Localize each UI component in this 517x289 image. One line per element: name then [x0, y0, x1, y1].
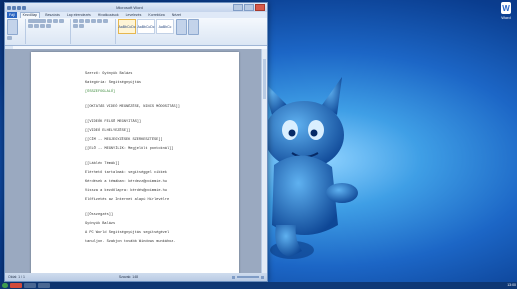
clock: 13:00 [507, 283, 516, 287]
word-logo-icon[interactable] [7, 5, 11, 10]
document-line: Elérhető tartalmak: segítséggel cikkek [85, 171, 167, 175]
document-line: [[OKTATÁS VIDEÓ MEGNÉZÉSE, NINCS MÓDOSÍT… [85, 105, 180, 109]
styles-gallery: AaBbCcDc AaBbCcDc AaBbCc [118, 19, 174, 44]
document-line: [ÖSSZEFOGLALÓ] [85, 90, 116, 94]
redo-icon[interactable] [22, 5, 26, 10]
document-page[interactable]: Szerző: Gyönyük Balázs Kategória: Segítsé… [31, 52, 239, 273]
align-left-icon[interactable] [103, 19, 108, 23]
style-no-spacing[interactable]: AaBbCcDc [137, 19, 155, 34]
document-line: [[VIDEÓ ELHELYEZÉSE]] [85, 129, 131, 133]
ribbon: AaBbCcDc AaBbCcDc AaBbCc [5, 18, 267, 46]
document-area: Szerző: Gyönyük Balázs Kategória: Segítsé… [5, 49, 267, 273]
undo-icon[interactable] [17, 5, 21, 10]
numbering-icon[interactable] [79, 19, 84, 23]
tab-file[interactable]: Fájl [7, 12, 17, 18]
tab-references[interactable]: Hivatkozások [96, 12, 121, 18]
editing-group [176, 19, 204, 44]
desktop-word-shortcut[interactable]: W Word [498, 2, 514, 30]
document-line: Kategória: Segítségnyújtás [85, 81, 142, 85]
italic-icon[interactable] [28, 24, 33, 28]
document-line: Előfizetés az Internet alapú Hírlevélre [85, 198, 170, 202]
cut-icon[interactable] [7, 36, 12, 40]
page-count[interactable]: Oldal: 1 / 1 [8, 275, 25, 279]
taskbar: 13:00 [0, 282, 517, 289]
save-icon[interactable] [12, 5, 16, 10]
justify-icon[interactable] [79, 24, 84, 28]
align-center-icon[interactable] [73, 24, 78, 28]
close-button[interactable] [254, 4, 265, 11]
word-count[interactable]: Szavak: 148 [119, 275, 138, 279]
font-color-icon[interactable] [46, 24, 51, 28]
zoom-out-icon[interactable] [231, 275, 235, 279]
tab-insert[interactable]: Beszúrás [43, 12, 62, 18]
tab-page-layout[interactable]: Lap elrendezés [65, 12, 93, 18]
grow-font-icon[interactable] [53, 19, 58, 23]
document-line: Kérdések a témában: kérdezz@poimmie.hu [85, 180, 167, 184]
document-line: [[ELŐ -- MEGNYÍLIK: Megjelölt pontoknál]… [85, 147, 174, 151]
document-line: Vissza a kezdőlapra: kérdés@poimmie.hu [85, 189, 167, 193]
font-name-select[interactable] [28, 19, 46, 23]
bullets-icon[interactable] [73, 19, 78, 23]
start-button[interactable] [2, 283, 8, 288]
zoom-control [231, 275, 264, 279]
quick-access-toolbar [7, 5, 26, 10]
paragraph-group [73, 19, 116, 44]
window-controls [232, 4, 265, 11]
pilcrow-icon[interactable] [97, 19, 102, 23]
indent-icon[interactable] [85, 19, 90, 23]
paste-button[interactable] [7, 19, 18, 35]
minimize-button[interactable] [232, 4, 243, 11]
style-normal[interactable]: AaBbCcDc [118, 19, 136, 34]
find-button[interactable] [188, 19, 199, 35]
tab-view[interactable]: Nézet [170, 12, 183, 18]
vertical-scrollbar[interactable] [261, 49, 267, 273]
desktop-icon-label: Word [501, 15, 511, 20]
scroll-thumb[interactable] [263, 59, 266, 99]
document-line: Szerző: Gyönyük Balázs [85, 72, 133, 76]
highlight-icon[interactable] [40, 24, 45, 28]
change-styles-button[interactable] [176, 19, 187, 35]
title-bar: Microsoft Word [5, 3, 267, 12]
tab-home[interactable]: Kezdőlap [19, 12, 41, 18]
document-line: A PC World Segítségnyújtás segítségével [85, 231, 170, 235]
document-line: [[CÍM -- MEGJEGYZÉSEK SZERKESZTÉSE]] [85, 138, 163, 142]
taskbar-app-1[interactable] [24, 283, 36, 288]
taskbar-app-red[interactable] [10, 283, 22, 288]
tab-mailings[interactable]: Levelezés [124, 12, 144, 18]
zoom-slider[interactable] [236, 276, 259, 278]
word-app-icon: W [501, 2, 511, 14]
document-line: Gyönyük Balázs [85, 222, 116, 226]
underline-icon[interactable] [34, 24, 39, 28]
window-title: Microsoft Word [116, 5, 143, 10]
status-bar: Oldal: 1 / 1 Szavak: 148 [5, 273, 267, 281]
bold-icon[interactable] [59, 19, 64, 23]
zoom-in-icon[interactable] [260, 275, 264, 279]
font-group [28, 19, 71, 44]
maximize-button[interactable] [243, 4, 254, 11]
document-line: [[Lábléc Témák]] [85, 162, 120, 166]
style-heading-1[interactable]: AaBbCc [156, 19, 174, 34]
taskbar-app-2[interactable] [38, 283, 50, 288]
font-size-select[interactable] [47, 19, 52, 23]
document-line: [[Összegzés]] [85, 213, 114, 217]
sort-icon[interactable] [91, 19, 96, 23]
tab-review[interactable]: Korrektúra [146, 12, 166, 18]
word-window: Microsoft Word Fájl Kezdőlap Beszúrás La… [4, 2, 268, 282]
document-line: tanuljon. Szabjon tovább Windows munkáho… [85, 240, 176, 244]
document-line: [[VIDEÓK FELSŐ MEGNYITÁS]] [85, 120, 142, 124]
clipboard-group [7, 19, 26, 44]
